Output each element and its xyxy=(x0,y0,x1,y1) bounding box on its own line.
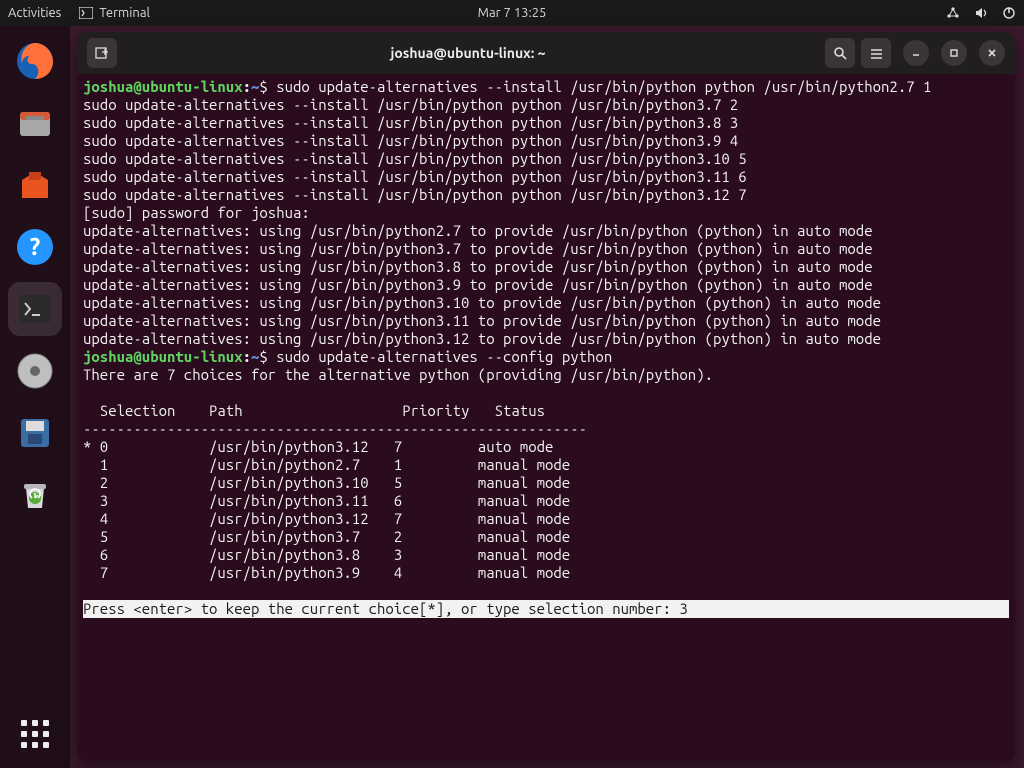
minimize-button[interactable] xyxy=(903,40,929,66)
terminal-window: joshua@ubuntu-linux: ~ joshua@ubuntu-lin… xyxy=(77,32,1015,762)
disk-icon[interactable] xyxy=(8,344,62,398)
top-bar: Activities Terminal Mar 7 13:25 xyxy=(0,0,1024,26)
firefox-icon[interactable] xyxy=(8,34,62,88)
volume-icon[interactable] xyxy=(974,6,988,20)
app-menu-label: Terminal xyxy=(99,6,150,20)
show-apps-button[interactable] xyxy=(21,720,49,748)
new-tab-button[interactable] xyxy=(87,38,117,68)
search-icon xyxy=(833,46,848,61)
save-icon[interactable] xyxy=(8,406,62,460)
trash-icon[interactable] xyxy=(8,468,62,522)
help-icon[interactable]: ? xyxy=(8,220,62,274)
minimize-icon xyxy=(911,48,921,58)
clock[interactable]: Mar 7 13:25 xyxy=(478,6,547,20)
dock: ? xyxy=(0,26,70,768)
software-icon[interactable] xyxy=(8,158,62,212)
terminal-small-icon xyxy=(79,7,93,19)
terminal-icon[interactable] xyxy=(8,282,62,336)
maximize-button[interactable] xyxy=(941,40,967,66)
power-icon[interactable] xyxy=(1002,6,1016,20)
activities-button[interactable]: Activities xyxy=(8,6,61,20)
terminal-output[interactable]: joshua@ubuntu-linux:~$ sudo update-alter… xyxy=(77,74,1015,762)
window-title: joshua@ubuntu-linux: ~ xyxy=(117,45,819,61)
close-button[interactable] xyxy=(979,40,1005,66)
hamburger-icon xyxy=(869,46,884,61)
hamburger-menu-button[interactable] xyxy=(861,38,891,68)
files-icon[interactable] xyxy=(8,96,62,150)
maximize-icon xyxy=(949,48,959,58)
close-icon xyxy=(987,48,997,58)
window-titlebar: joshua@ubuntu-linux: ~ xyxy=(77,32,1015,74)
search-button[interactable] xyxy=(825,38,855,68)
svg-text:?: ? xyxy=(30,233,41,260)
network-icon[interactable] xyxy=(946,6,960,20)
app-menu[interactable]: Terminal xyxy=(79,6,150,20)
